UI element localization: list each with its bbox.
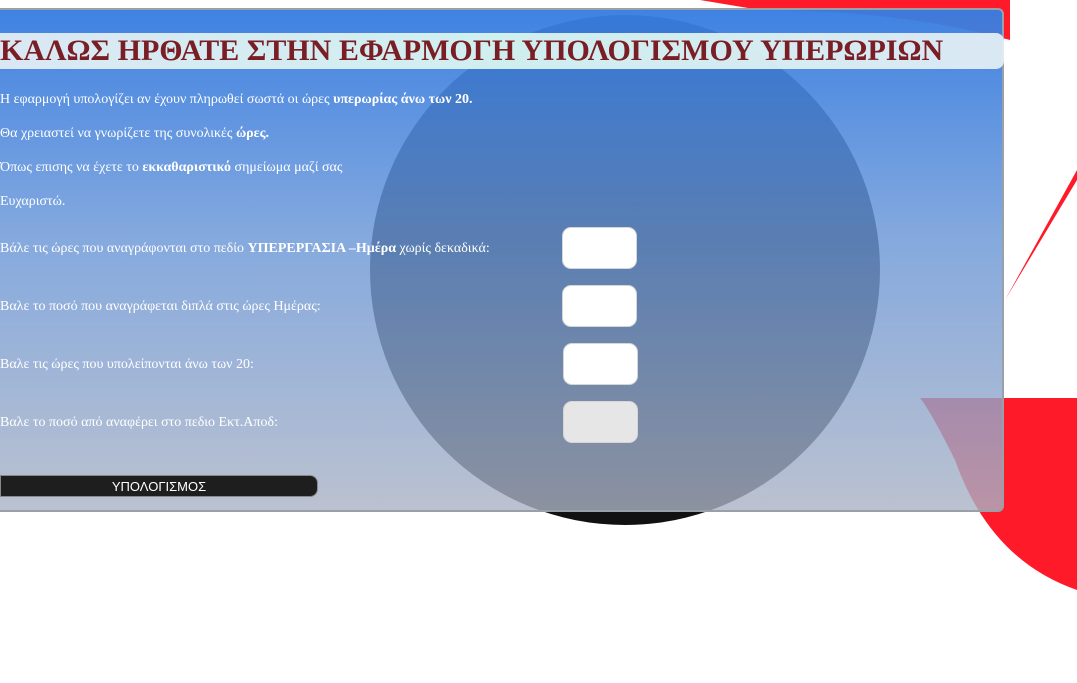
ekt-amount-label: Βαλε το ποσό από αναφέρει στο πεδιο Εκτ.… — [0, 415, 278, 430]
hours-label-bold: ΥΠΕΡΕΡΓΑΣΙΑ –Ημέρα — [247, 241, 397, 256]
intro-line-3-bold: εκκαθαριστικό — [142, 160, 232, 175]
intro-line-4: Ευχαριστώ. — [0, 194, 66, 209]
hours-input[interactable] — [562, 227, 637, 269]
intro-line-1: Η εφαρμογή υπολογίζει αν έχουν πληρωθεί … — [0, 92, 473, 108]
intro-line-1-text: Η εφαρμογή υπολογίζει αν έχουν πληρωθεί … — [0, 92, 334, 107]
ekt-amount-input[interactable] — [563, 401, 638, 443]
intro-line-2-text: Θα χρειαστεί να γνωρίζετε της συνολικές — [0, 126, 236, 141]
intro-line-1-bold: υπερωρίας άνω των 20. — [333, 92, 473, 107]
intro-line-3: Όπως επισης να έχετε το εκκαθαριστικό ση… — [0, 160, 342, 176]
hours-label-text: Βάλε τις ώρες που αναγράφονται στο πεδίο — [0, 241, 248, 256]
remaining-hours-input[interactable] — [563, 343, 638, 385]
amount-input[interactable] — [562, 285, 637, 327]
intro-line-3-tail: σημείωμα μαζί σας — [231, 160, 343, 175]
hours-label-tail: χωρίς δεκαδικά: — [396, 241, 490, 256]
amount-label: Βαλε το ποσό που αναγράφεται διπλά στις … — [0, 299, 321, 314]
page-title: ΚΑΛΩΣ ΗΡΘΑΤΕ ΣΤΗΝ ΕΦΑΡΜΟΓΗ ΥΠΟΛΟΓΙΣΜΟΥ Υ… — [0, 34, 944, 67]
calculate-button[interactable]: ΥΠΟΛΟΓΙΣΜΟΣ — [0, 475, 318, 497]
intro-line-3-text: Όπως επισης να έχετε το — [0, 160, 143, 175]
hours-label: Βάλε τις ώρες που αναγράφονται στο πεδίο… — [0, 241, 490, 257]
calculator-panel — [0, 8, 1004, 512]
intro-line-2: Θα χρειαστεί να γνωρίζετε της συνολικές … — [0, 126, 269, 142]
intro-line-2-bold: ώρες. — [235, 126, 270, 141]
remaining-hours-label: Βαλε τις ώρες που υπολείπονται άνω των 2… — [0, 357, 254, 372]
